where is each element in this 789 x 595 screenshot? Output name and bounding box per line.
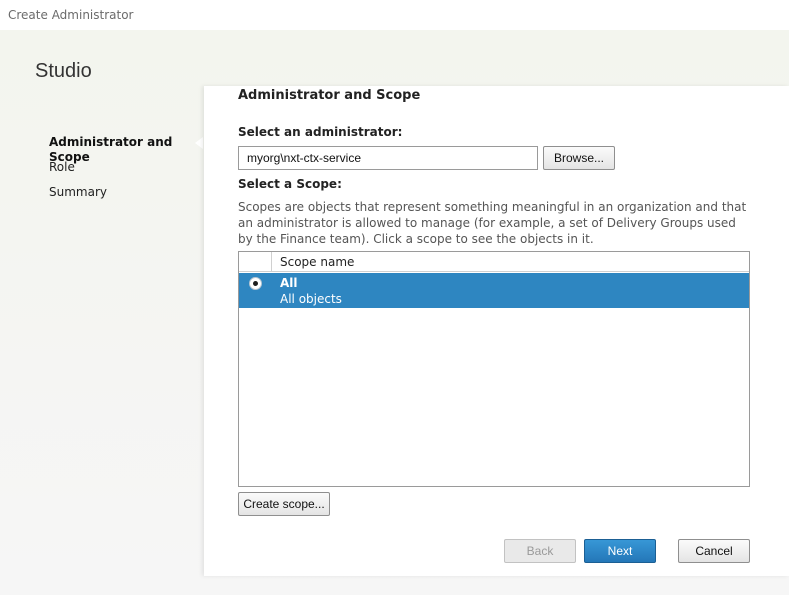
table-row[interactable]: All All objects <box>239 273 749 308</box>
scope-description: Scopes are objects that represent someth… <box>238 200 747 246</box>
create-scope-button[interactable]: Create scope... <box>238 492 330 516</box>
radio-selected-icon[interactable] <box>249 277 262 290</box>
wizard-sidebar <box>0 30 204 595</box>
scope-name-column-header[interactable]: Scope name <box>280 255 354 269</box>
table-header: Scope name <box>239 252 749 272</box>
back-button[interactable]: Back <box>504 539 576 563</box>
page-title: Administrator and Scope <box>238 88 421 103</box>
cancel-button[interactable]: Cancel <box>678 539 750 563</box>
scope-row-description: All objects <box>280 292 342 306</box>
studio-title: Studio <box>35 60 92 82</box>
administrator-input[interactable] <box>238 146 538 170</box>
selection-column-header <box>239 252 272 272</box>
scope-row-name: All <box>280 276 298 290</box>
select-scope-label: Select a Scope: <box>238 177 342 191</box>
create-administrator-window: Create Administrator Studio Administrato… <box>0 0 789 595</box>
scope-table: Scope name All All objects <box>238 251 750 487</box>
next-button[interactable]: Next <box>584 539 656 563</box>
select-administrator-label: Select an administrator: <box>238 125 403 139</box>
browse-button[interactable]: Browse... <box>543 146 615 170</box>
step-summary[interactable]: Summary <box>49 185 199 210</box>
wizard-steps-nav: Administrator and Scope Role Summary <box>49 135 203 210</box>
window-title: Create Administrator <box>0 0 789 30</box>
step-role[interactable]: Role <box>49 160 199 185</box>
step-administrator-and-scope[interactable]: Administrator and Scope <box>49 135 203 164</box>
